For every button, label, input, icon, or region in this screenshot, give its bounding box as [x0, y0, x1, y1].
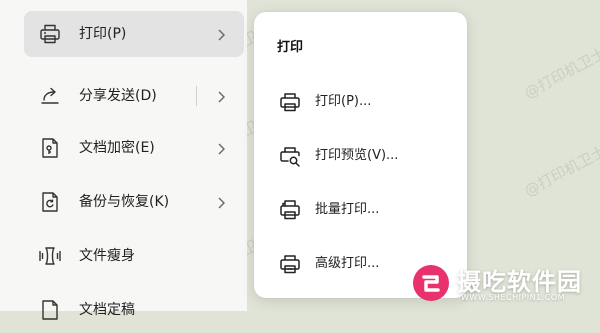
file-slim-icon [38, 244, 62, 268]
chevron-right-icon[interactable] [214, 195, 228, 209]
watermark: @打印机卫士 [521, 141, 600, 201]
print-submenu: 打印 打印(P)... 打印预览(V)... 批量打印... 高级打印... [254, 12, 467, 298]
chevron-right-icon[interactable] [214, 89, 228, 103]
brand-logo-icon [412, 264, 450, 302]
document-lock-icon [38, 136, 62, 160]
menu-item-print[interactable]: 打印(P) [24, 11, 244, 57]
watermark: @打印机卫士 [521, 43, 600, 103]
menu-item-backup-restore[interactable]: 备份与恢复(K) [24, 179, 244, 225]
menu-item-label: 文件瘦身 [79, 248, 135, 264]
document-finalize-icon [38, 298, 62, 322]
submenu-item-label: 批量打印... [315, 202, 380, 217]
brand-logo: 摄吃软件园 WWW.SHECHIPIN1.COM [400, 259, 596, 307]
printer-icon [278, 90, 302, 114]
menu-item-label: 打印(P) [79, 26, 127, 42]
share-icon [38, 84, 62, 108]
file-menu: 打印(P) 分享发送(D) 文档加密(E) 备份与恢复(K) 文件瘦身 文档定稿 [0, 0, 247, 320]
menu-item-document-encrypt[interactable]: 文档加密(E) [24, 125, 244, 171]
menu-item-label: 文档定稿 [79, 302, 135, 318]
menu-item-file-slim[interactable]: 文件瘦身 [24, 233, 244, 279]
backup-restore-icon [38, 190, 62, 214]
submenu-item-label: 打印预览(V)... [315, 148, 399, 163]
submenu-item-print[interactable]: 打印(P)... [266, 82, 456, 122]
batch-print-icon [278, 198, 302, 222]
submenu-item-label: 高级打印... [315, 256, 380, 271]
printer-icon [38, 22, 62, 46]
menu-item-label: 文档加密(E) [79, 140, 155, 156]
menu-item-label: 分享发送(D) [79, 88, 157, 104]
submenu-item-print-preview[interactable]: 打印预览(V)... [266, 136, 456, 176]
menu-item-share-send[interactable]: 分享发送(D) [24, 73, 244, 119]
submenu-item-batch-print[interactable]: 批量打印... [266, 190, 456, 230]
chevron-right-icon[interactable] [214, 27, 228, 41]
submenu-title: 打印 [277, 40, 304, 55]
divider [196, 86, 197, 106]
brand-url: WWW.SHECHIPIN1.COM [461, 293, 566, 302]
submenu-item-label: 打印(P)... [315, 94, 372, 109]
advanced-print-icon [278, 252, 302, 276]
print-preview-icon [278, 144, 302, 168]
chevron-right-icon[interactable] [214, 141, 228, 155]
brand-name: 摄吃软件园 [457, 268, 582, 296]
menu-item-label: 备份与恢复(K) [79, 194, 170, 210]
menu-item-document-finalize[interactable]: 文档定稿 [24, 287, 244, 333]
